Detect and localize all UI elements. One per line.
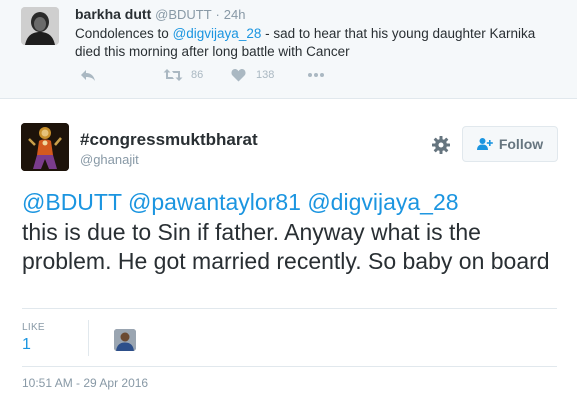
gear-icon (432, 136, 450, 154)
main-tweet-mentions[interactable]: @BDUTT @pawantaylor81 @digvijaya_28 (22, 189, 459, 215)
parent-author-handle[interactable]: @BDUTT (155, 7, 212, 22)
liker-avatar-image (114, 329, 136, 351)
retweet-icon (163, 69, 183, 81)
parent-separator: · (215, 7, 220, 22)
follow-button[interactable]: Follow (462, 126, 558, 162)
parent-avatar-image (21, 7, 59, 45)
follow-label: Follow (498, 136, 544, 152)
reply-icon (81, 70, 95, 81)
main-tweet-text: @BDUTT @pawantaylor81 @digvijaya_28 this… (22, 188, 557, 277)
parent-text-before: Condolences to (75, 26, 173, 41)
likes-count[interactable]: 1 (22, 336, 31, 354)
likes-label: LIKE (22, 322, 45, 333)
parent-action-bar: 86 138 (75, 68, 375, 86)
liker-avatar[interactable] (114, 329, 136, 351)
main-author-name[interactable]: #congressmuktbharat (80, 130, 258, 150)
main-tweet-body: this is due to Sin if father. Anyway wha… (22, 218, 550, 275)
main-author-handle[interactable]: @ghanajit (80, 152, 139, 167)
retweet-button[interactable]: 86 (163, 68, 203, 82)
parent-author-name[interactable]: barkha dutt (75, 6, 151, 22)
more-button[interactable] (307, 72, 325, 78)
stats-divider-bottom (22, 366, 557, 367)
like-count: 138 (256, 69, 275, 81)
main-avatar-image (21, 123, 69, 171)
like-button[interactable]: 138 (231, 68, 274, 82)
retweet-count: 86 (191, 69, 204, 81)
tweet-timestamp[interactable]: 10:51 AM - 29 Apr 2016 (22, 376, 148, 390)
parent-tweet-text: Condolences to @digvijaya_28 - sad to he… (75, 25, 555, 61)
parent-tweet[interactable]: barkha dutt @BDUTT · 24h Condolences to … (0, 0, 577, 99)
parent-time[interactable]: 24h (224, 7, 246, 22)
heart-icon (231, 69, 246, 82)
reply-button[interactable] (80, 68, 96, 82)
follow-user-icon (476, 137, 493, 151)
parent-header: barkha dutt @BDUTT · 24h (75, 6, 245, 22)
main-avatar[interactable] (21, 123, 69, 171)
settings-button[interactable] (431, 135, 451, 155)
stats-divider-top (22, 308, 557, 309)
parent-avatar[interactable] (21, 7, 59, 45)
parent-mention-link[interactable]: @digvijaya_28 (173, 26, 262, 41)
stats-vertical-divider (88, 320, 89, 356)
more-icon (308, 73, 324, 77)
